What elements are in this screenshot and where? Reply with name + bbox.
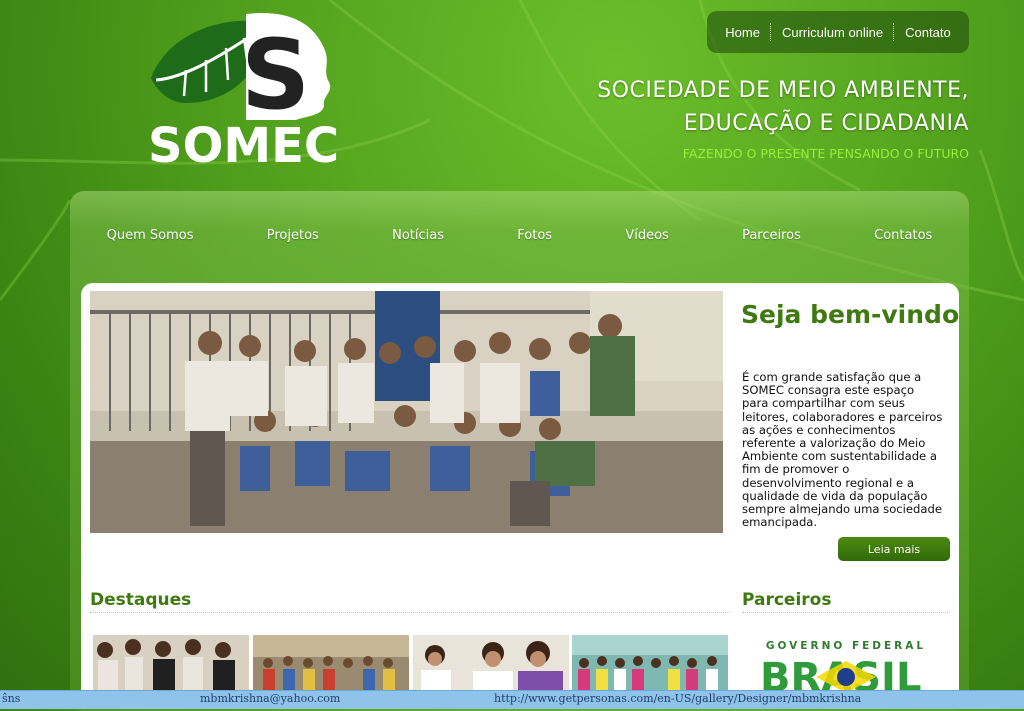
nav-fotos[interactable]: Fotos — [517, 228, 552, 243]
welcome-line: para compartilhar com seus — [742, 396, 905, 411]
nav-contatos[interactable]: Contatos — [874, 228, 932, 243]
parceiros-title: Parceiros — [742, 590, 832, 610]
destaque-thumbnail[interactable] — [413, 635, 569, 695]
destaque-thumbnail[interactable] — [253, 635, 409, 695]
read-more-button[interactable]: Leia mais — [838, 537, 950, 561]
destaque-thumbnail[interactable] — [572, 635, 728, 695]
destaques-title: Destaques — [90, 590, 192, 610]
partner-logo-top-text: GOVERNO FEDERAL — [765, 640, 927, 652]
status-left-text: ŝns — [2, 692, 21, 705]
welcome-line: leitores, colaboradores e parceiros — [742, 409, 943, 424]
nav-noticias[interactable]: Notícias — [392, 228, 444, 243]
destaque-thumbnail[interactable] — [93, 635, 249, 695]
status-url[interactable]: http://www.getpersonas.com/en-US/gallery… — [494, 692, 861, 705]
status-bar: ŝns mbmkrishna@yahoo.com http://www.getp… — [0, 690, 1024, 709]
welcome-line: fim de promover o — [742, 462, 850, 477]
welcome-title: Seja bem-vindo — [741, 300, 960, 329]
header-tagline: FAZENDO O PRESENTE PENSANDO O FUTURO — [682, 146, 969, 161]
top-nav-curriculum[interactable]: Curriculum online — [772, 25, 893, 40]
brand-name: SOMEC — [148, 118, 340, 174]
top-nav: Home Curriculum online Contato — [707, 11, 969, 53]
welcome-line: desenvolvimento regional e a — [742, 475, 914, 490]
svg-text:S: S — [241, 19, 310, 131]
governo-federal-logo[interactable]: GOVERNO FEDERAL BRASIL — [758, 640, 934, 701]
header-title-line1: SOCIEDADE DE MEIO AMBIENTE, — [597, 78, 969, 103]
nav-videos[interactable]: Vídeos — [625, 228, 668, 243]
divider — [90, 612, 730, 613]
nav-quem-somos[interactable]: Quem Somos — [107, 228, 194, 243]
main-nav: Quem Somos Projetos Notícias Fotos Vídeo… — [70, 222, 969, 248]
top-nav-contato[interactable]: Contato — [895, 25, 961, 40]
welcome-line: emancipada. — [742, 515, 818, 530]
header-title-line2: EDUCAÇÃO E CIDADANIA — [683, 111, 969, 136]
brasil-flag-icon: BRASIL — [760, 655, 921, 701]
status-email[interactable]: mbmkrishna@yahoo.com — [200, 692, 340, 705]
group-photo[interactable] — [90, 291, 723, 533]
welcome-text: É com grande satisfação que a SOMEC cons… — [742, 370, 957, 530]
top-nav-home[interactable]: Home — [715, 25, 770, 40]
divider — [742, 612, 948, 613]
nav-projetos[interactable]: Projetos — [267, 228, 319, 243]
nav-parceiros[interactable]: Parceiros — [742, 228, 801, 243]
